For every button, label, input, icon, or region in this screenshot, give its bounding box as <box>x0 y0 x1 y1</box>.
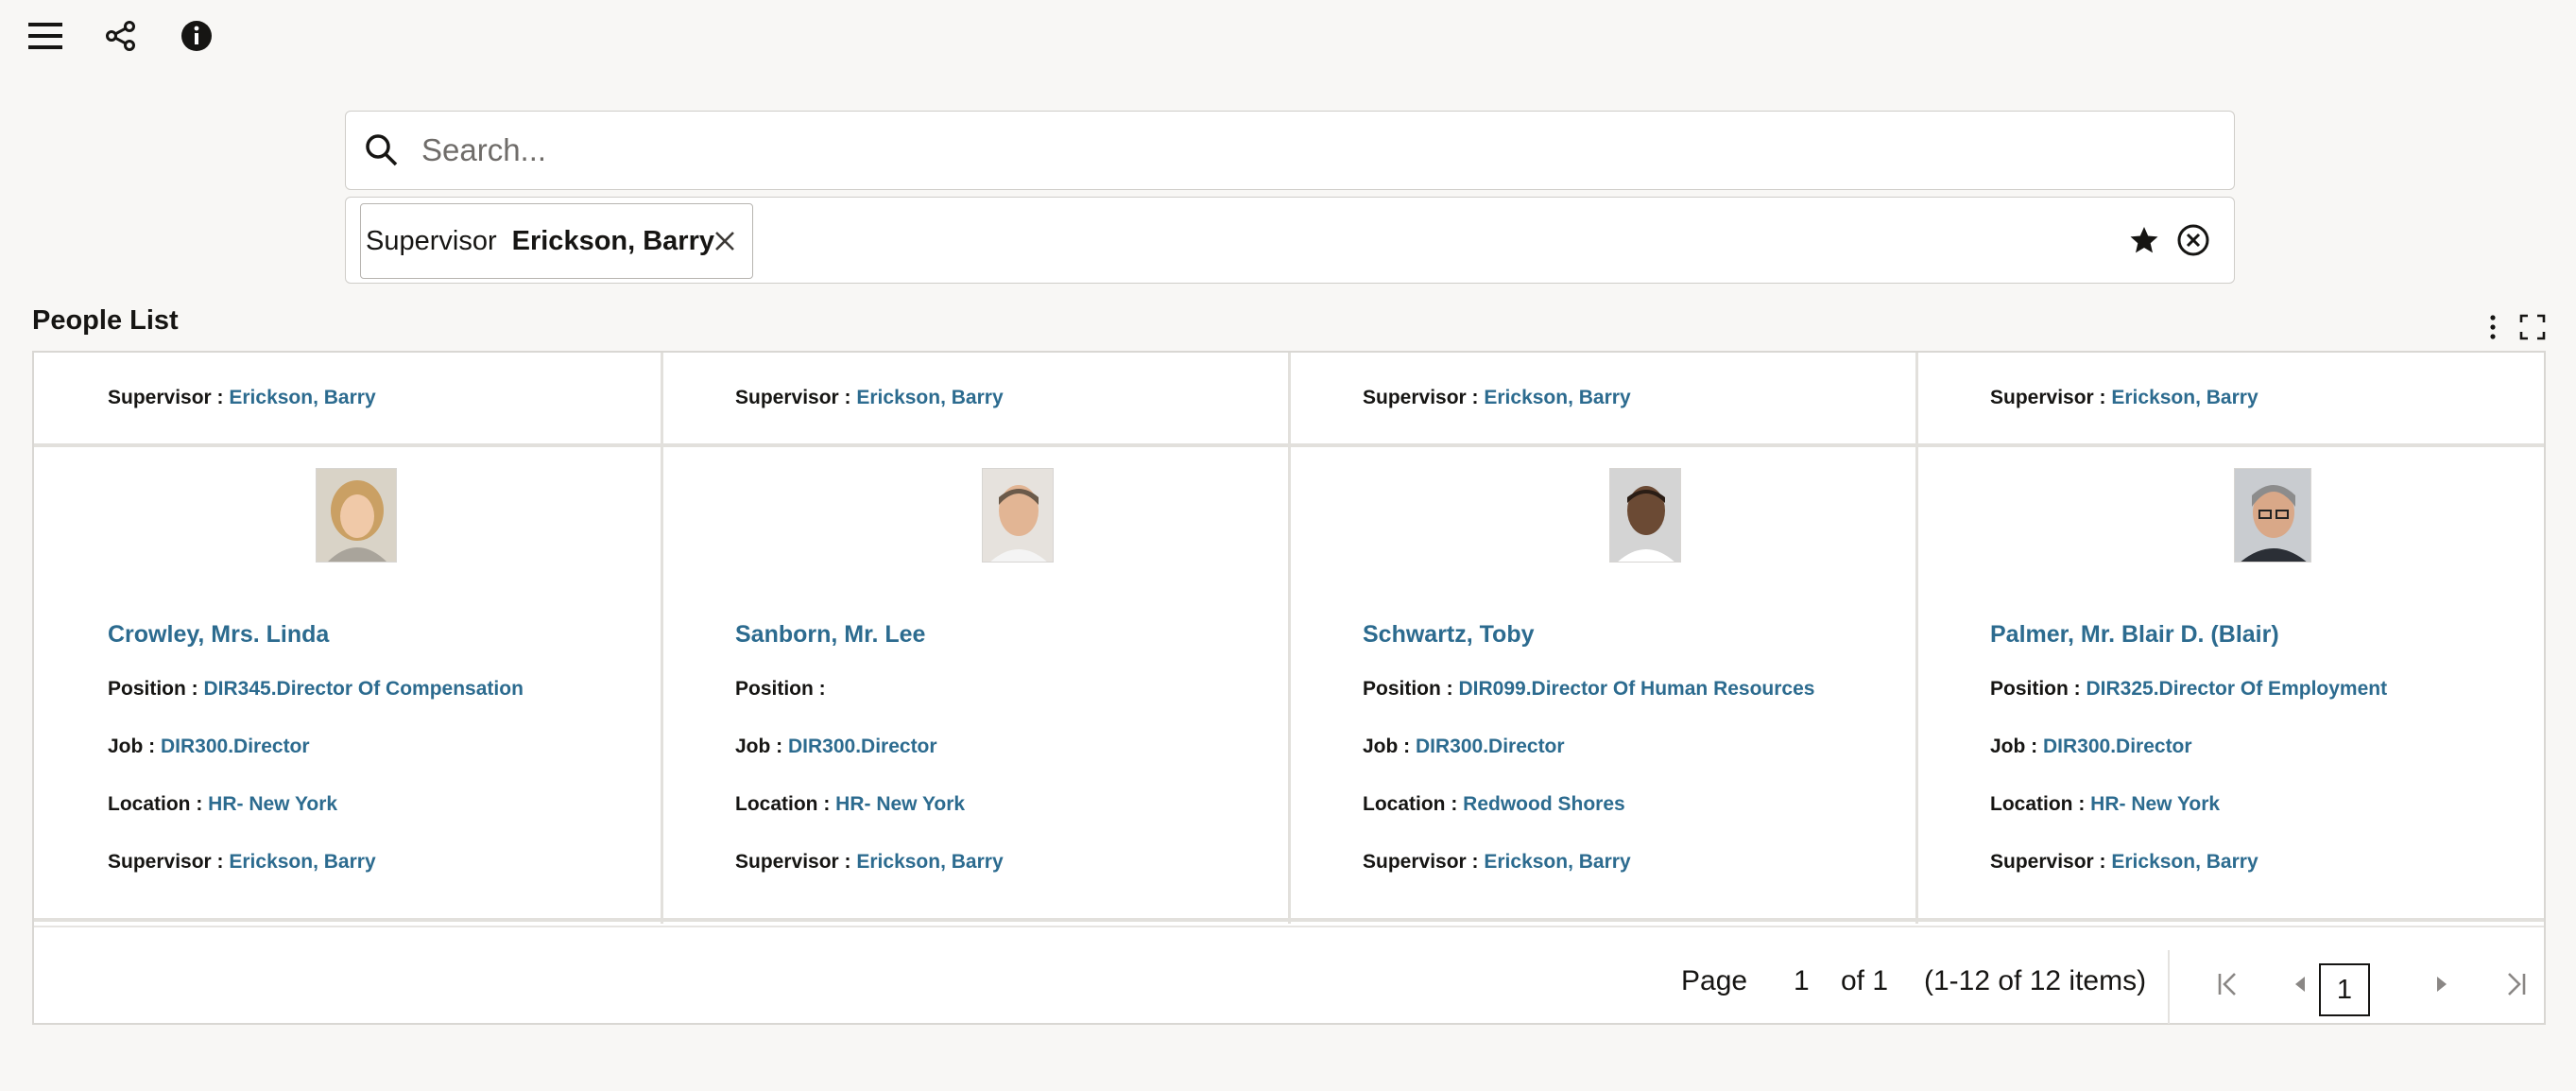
supervisor-link[interactable]: Erickson, Barry <box>856 851 1003 873</box>
avatar <box>982 468 1054 563</box>
location-field: Location : HR- New York <box>108 793 338 815</box>
person-name-link[interactable]: Crowley, Mrs. Linda <box>108 621 329 649</box>
person-name-link[interactable]: Schwartz, Toby <box>1363 621 1535 649</box>
supervisor-link[interactable]: Erickson, Barry <box>229 851 375 873</box>
supervisor-link[interactable]: Erickson, Barry <box>229 387 375 408</box>
supervisor-field: Supervisor : Erickson, Barry <box>1363 387 1631 408</box>
avatar <box>2234 468 2311 563</box>
location-link[interactable]: HR- New York <box>835 793 965 815</box>
filter-actions <box>2124 220 2213 260</box>
job-field: Job : DIR300.Director <box>735 736 937 757</box>
previous-page-icon[interactable] <box>2281 965 2319 1003</box>
clear-all-icon[interactable] <box>2173 220 2213 260</box>
section-title: People List <box>32 305 179 336</box>
job-link[interactable]: DIR300.Director <box>2043 736 2192 757</box>
job-field: Job : DIR300.Director <box>108 736 310 757</box>
card-row-previous: Supervisor : Erickson, Barry Supervisor … <box>34 353 2544 447</box>
position-link[interactable]: DIR345.Director Of Compensation <box>204 678 524 700</box>
location-field: Location : HR- New York <box>735 793 966 815</box>
supervisor-field: Supervisor : Erickson, Barry <box>1990 851 2258 873</box>
supervisor-field: Supervisor : Erickson, Barry <box>735 851 1004 873</box>
location-link[interactable]: HR- New York <box>2090 793 2220 815</box>
people-list: Supervisor : Erickson, Barry Supervisor … <box>32 351 2546 1025</box>
position-field: Position : DIR345.Director Of Compensati… <box>108 678 524 700</box>
supervisor-link[interactable]: Erickson, Barry <box>2111 851 2258 873</box>
filter-chip-value: Erickson, Barry <box>511 225 715 256</box>
position-field: Position : <box>735 678 826 700</box>
position-field: Position : DIR325.Director Of Employment <box>1990 678 2388 700</box>
more-options-icon[interactable] <box>2478 312 2508 342</box>
job-field: Job : DIR300.Director <box>1990 736 2192 757</box>
supervisor-link[interactable]: Erickson, Barry <box>1484 851 1630 873</box>
next-page-icon[interactable] <box>2423 965 2461 1003</box>
filter-bar: Supervisor Erickson, Barry <box>345 197 2235 284</box>
location-link[interactable]: HR- New York <box>208 793 337 815</box>
hamburger-menu-icon[interactable] <box>25 15 66 57</box>
close-icon[interactable] <box>709 225 741 257</box>
supervisor-link[interactable]: Erickson, Barry <box>2111 387 2258 408</box>
person-card: Sanborn, Mr. Lee Position : Job : DIR300… <box>661 451 1288 918</box>
pagination: Page 1 of 1 (1-12 of 12 items) 1 <box>34 926 2544 1025</box>
job-link[interactable]: DIR300.Director <box>788 736 937 757</box>
share-icon[interactable] <box>100 15 142 57</box>
location-field: Location : HR- New York <box>1990 793 2221 815</box>
search-icon[interactable] <box>361 130 403 171</box>
job-link[interactable]: DIR300.Director <box>1416 736 1565 757</box>
last-page-icon[interactable] <box>2497 965 2534 1003</box>
location-link[interactable]: Redwood Shores <box>1463 793 1625 815</box>
card-row: Crowley, Mrs. Linda Position : DIR345.Di… <box>34 451 2544 922</box>
first-page-icon[interactable] <box>2209 965 2247 1003</box>
supervisor-field: Supervisor : Erickson, Barry <box>1990 387 2258 408</box>
job-link[interactable]: DIR300.Director <box>161 736 310 757</box>
supervisor-link[interactable]: Erickson, Barry <box>1484 387 1630 408</box>
star-icon[interactable] <box>2124 220 2164 260</box>
person-card: Palmer, Mr. Blair D. (Blair) Position : … <box>1916 451 2543 918</box>
section-tools <box>2478 312 2548 342</box>
filter-chip-label: Supervisor <box>366 225 497 256</box>
person-name-link[interactable]: Palmer, Mr. Blair D. (Blair) <box>1990 621 2279 649</box>
person-card: Crowley, Mrs. Linda Position : DIR345.Di… <box>34 451 661 918</box>
search-input[interactable] <box>421 112 2234 189</box>
fullscreen-icon[interactable] <box>2517 312 2548 342</box>
person-name-link[interactable]: Sanborn, Mr. Lee <box>735 621 925 649</box>
total-pages-label: of 1 <box>1841 965 1889 996</box>
page-label: Page <box>1681 965 1748 996</box>
position-link[interactable]: DIR325.Director Of Employment <box>2087 678 2388 700</box>
avatar <box>316 468 397 563</box>
job-field: Job : DIR300.Director <box>1363 736 1565 757</box>
supervisor-field: Supervisor : Erickson, Barry <box>1363 851 1631 873</box>
supervisor-field: Supervisor : Erickson, Barry <box>735 387 1004 408</box>
filter-chip-supervisor[interactable]: Supervisor Erickson, Barry <box>360 203 753 279</box>
top-toolbar <box>25 9 217 62</box>
info-icon[interactable] <box>176 15 217 57</box>
position-field: Position : DIR099.Director Of Human Reso… <box>1363 678 1815 700</box>
avatar <box>1609 468 1681 563</box>
page-1-button[interactable]: 1 <box>2319 963 2370 1016</box>
supervisor-field: Supervisor : Erickson, Barry <box>108 387 376 408</box>
supervisor-link[interactable]: Erickson, Barry <box>856 387 1003 408</box>
search-box <box>345 111 2235 190</box>
position-link[interactable]: DIR099.Director Of Human Resources <box>1459 678 1815 700</box>
items-summary: (1-12 of 12 items) <box>1924 965 2147 996</box>
person-card: Schwartz, Toby Position : DIR099.Directo… <box>1289 451 1915 918</box>
location-field: Location : Redwood Shores <box>1363 793 1625 815</box>
supervisor-field: Supervisor : Erickson, Barry <box>108 851 376 873</box>
current-page-input[interactable]: 1 <box>1794 965 1810 997</box>
